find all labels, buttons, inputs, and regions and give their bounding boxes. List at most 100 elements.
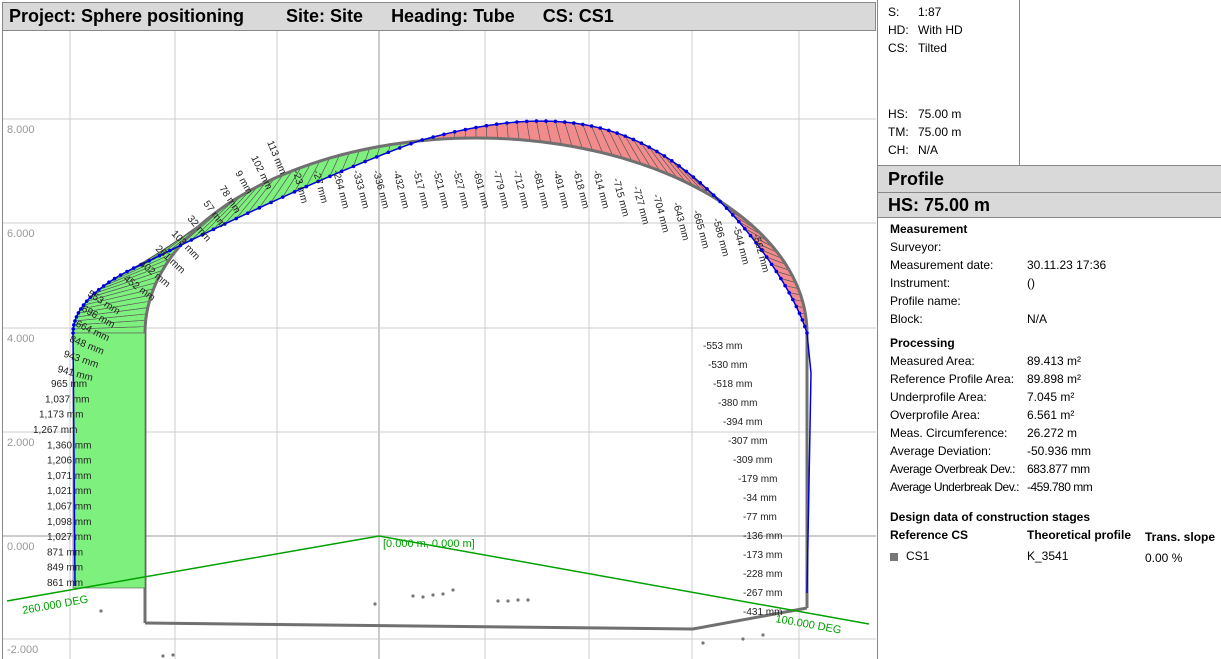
measured-point	[397, 146, 402, 150]
measured-point	[631, 137, 636, 142]
processing-row: Average Underbreak Dev.: -459.780 mm	[890, 480, 1093, 494]
measured-point	[84, 299, 89, 303]
measured-point	[505, 121, 509, 125]
measurement-title: Measurement	[890, 222, 968, 236]
measured-point	[791, 297, 795, 302]
measured-point	[800, 318, 805, 322]
deviation-label: -34 mm	[743, 493, 777, 504]
processing-row: Meas. Circumference: 26.272 m	[890, 426, 1077, 440]
processing-value: 89.898 m²	[1027, 372, 1082, 386]
measured-point	[107, 280, 111, 285]
deviation-label: -712 mm	[510, 169, 531, 210]
deviation-label: -530 mm	[708, 360, 747, 371]
design-col-slope: Trans. slope	[1145, 530, 1216, 544]
deviation-label: -527 mm	[450, 169, 471, 210]
stray-point	[411, 594, 415, 598]
deviation-label: -727 mm	[630, 185, 651, 226]
measured-point	[374, 155, 379, 159]
y-tick-label: 0.000	[7, 541, 35, 553]
ch-value: N/A	[918, 143, 939, 157]
deviation-label: -691 mm	[470, 169, 491, 210]
deviation-label: 861 mm	[47, 578, 83, 589]
design-row[interactable]: CS1	[890, 549, 929, 563]
measured-point	[580, 122, 585, 127]
measured-point	[515, 120, 519, 124]
deviation-label: -77 mm	[743, 512, 777, 523]
design-title: Design data of construction stages	[890, 510, 1091, 524]
measured-point	[647, 145, 651, 149]
measured-point	[269, 200, 273, 205]
measured-point	[737, 219, 741, 224]
stray-point	[161, 654, 165, 658]
measured-point	[774, 269, 779, 274]
measured-point	[724, 206, 729, 210]
stray-point	[99, 609, 103, 613]
block-value: N/A	[1027, 312, 1048, 326]
deviation-label: 1,206 mm	[47, 456, 91, 467]
profile-plot[interactable]: 8.000 6.000 4.000 2.000 0.000 -2.000 [0.000 m,…	[2, 31, 876, 659]
cs-value: Tilted	[918, 41, 947, 55]
deviation-label: -704 mm	[650, 193, 671, 234]
view-settings-column: S: 1:87 HD: With HD CS: Tilted HS: 75.00 m T…	[878, 0, 1020, 166]
hd-key: HD:	[888, 23, 909, 37]
design-row-slope: 0.00 %	[1145, 551, 1183, 565]
deviation-label: 1,360 mm	[47, 440, 91, 451]
deviation-label: 1,037 mm	[45, 394, 89, 405]
deviation-label: 1,173 mm	[39, 410, 83, 421]
instrument-label: Instrument:	[890, 276, 951, 290]
measurement-date-label: Measurement date:	[890, 258, 994, 272]
measured-point	[742, 226, 747, 231]
processing-value: -50.936 mm	[1027, 444, 1092, 458]
processing-row: Average Deviation: -50.936 mm	[890, 444, 1091, 458]
measured-point	[245, 211, 250, 216]
profile-plot-canvas[interactable]: 8.000 6.000 4.000 2.000 0.000 -2.000 [0.000 m,…	[3, 31, 876, 659]
deviation-label: -491 mm	[550, 169, 571, 210]
measured-point	[598, 126, 603, 130]
measured-point	[118, 273, 123, 277]
deviation-label: 1,027 mm	[47, 532, 91, 543]
measured-point	[494, 122, 499, 127]
processing-row: Overprofile Area: 6.561 m²	[890, 408, 1074, 422]
deviation-label: 1,071 mm	[47, 471, 91, 482]
deviation-label: -614 mm	[590, 169, 611, 210]
deviation-label: -380 mm	[718, 398, 757, 409]
deviation-label: -228 mm	[743, 569, 782, 580]
measured-point	[698, 181, 703, 185]
tm-value: 75.00 m	[918, 125, 962, 139]
measured-point	[431, 135, 435, 139]
measured-point	[691, 175, 696, 179]
measured-point	[615, 131, 619, 135]
measured-point	[670, 159, 674, 163]
processing-label: Meas. Circumference:	[890, 426, 1008, 440]
processing-row: Measured Area: 89.413 m²	[890, 354, 1081, 368]
cs-row: CS: Tilted	[888, 41, 947, 55]
stray-point	[741, 637, 745, 641]
hs-value: 75.00 m	[918, 107, 962, 121]
cs-label: CS: CS1	[542, 6, 614, 26]
measured-point	[544, 119, 548, 123]
processing-label: Average Underbreak Dev.:	[890, 480, 1019, 494]
hs-key: HS:	[888, 107, 909, 121]
deviation-label: 1,067 mm	[47, 502, 91, 513]
deviation-label: 1,267 mm	[33, 425, 77, 436]
deviation-label: -618 mm	[570, 169, 591, 210]
surveyor-row: Surveyor:	[890, 240, 941, 254]
processing-label: Overprofile Area:	[890, 408, 981, 422]
ch-key: CH:	[888, 143, 909, 157]
y-tick-label: 8.000	[7, 124, 35, 136]
measured-point	[562, 120, 567, 124]
hd-value: With HD	[918, 23, 963, 37]
block-label: Block:	[890, 312, 923, 326]
y-tick-label: 4.000	[7, 333, 35, 345]
project-label: Project: Sphere positioning	[9, 6, 245, 26]
measured-point	[718, 199, 722, 204]
measured-point	[420, 138, 424, 142]
deviation-label: -665 mm	[690, 209, 711, 250]
cs1-square-icon	[890, 552, 898, 561]
deviation-label: -309 mm	[733, 455, 772, 466]
heading-label: Heading: Tube	[391, 6, 515, 26]
deviation-label: -336 mm	[370, 169, 391, 210]
processing-label: Average Overbreak Dev.:	[890, 462, 1016, 476]
deviation-label: 849 mm	[47, 563, 83, 574]
measured-point	[534, 119, 539, 123]
